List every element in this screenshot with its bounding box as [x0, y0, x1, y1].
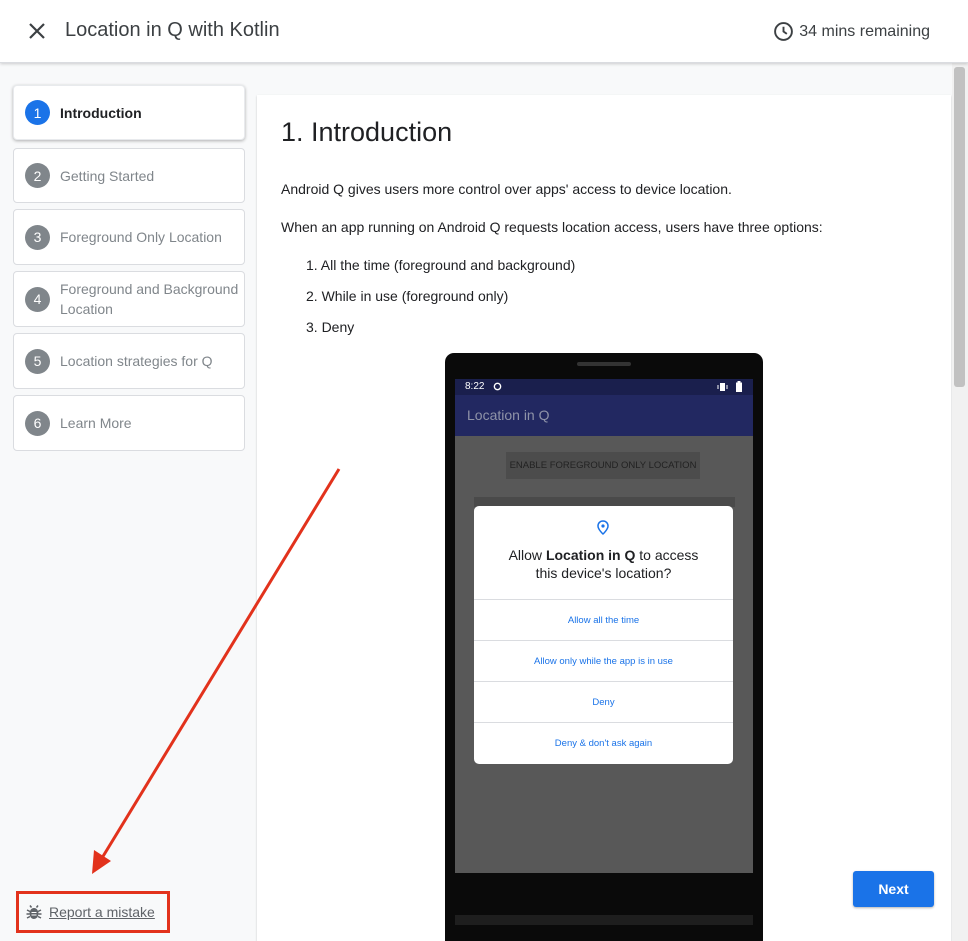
phone-app-title: Location in Q: [467, 407, 550, 423]
dialog-title: Allow Location in Q to access this device…: [508, 547, 699, 581]
step-number: 1: [25, 100, 50, 125]
step-number: 6: [25, 410, 50, 436]
time-remaining-label: 34 mins remaining: [799, 22, 930, 40]
dialog-option-deny: Deny: [474, 681, 733, 722]
bug-icon: [26, 905, 42, 919]
step-label: Introduction: [60, 104, 142, 121]
list-item: 3. Deny: [306, 319, 355, 335]
step-label: Foreground and Background Location: [60, 281, 239, 317]
phone-screen: 8:22 Location in Q ENABLE FOREGROUND ONL…: [455, 379, 753, 873]
next-button[interactable]: Next: [853, 871, 934, 907]
report-mistake-link[interactable]: Report a mistake: [16, 891, 170, 933]
step-label: Location strategies for Q: [60, 353, 213, 369]
step-number: 5: [25, 348, 50, 374]
step-number: 2: [25, 163, 50, 188]
step-learn-more[interactable]: 6 Learn More: [13, 395, 245, 451]
step-getting-started[interactable]: 2 Getting Started: [13, 148, 245, 203]
codelab-title: Location in Q with Kotlin: [65, 19, 280, 41]
step-label: Foreground Only Location: [60, 229, 222, 245]
dialog-option-allow-all-time: Allow all the time: [474, 599, 733, 640]
vibrate-icon: [717, 383, 728, 391]
page-scrollbar[interactable]: [952, 63, 968, 941]
scrollbar-thumb[interactable]: [954, 67, 965, 387]
close-button[interactable]: [22, 16, 52, 46]
report-mistake-label: Report a mistake: [49, 904, 155, 920]
step-content: 1. Introduction Android Q gives users mo…: [257, 95, 951, 941]
phone-speaker: [577, 362, 631, 366]
phone-status-bar: 8:22: [455, 379, 753, 395]
step-number: 3: [25, 224, 50, 250]
list-item: 2. While in use (foreground only): [306, 288, 509, 304]
step-heading: 1. Introduction: [281, 117, 453, 147]
phone-screenshot: 8:22 Location in Q ENABLE FOREGROUND ONL…: [445, 353, 763, 941]
time-remaining: 34 mins remaining: [773, 21, 930, 42]
options-paragraph: When an app running on Android Q request…: [281, 219, 823, 235]
phone-chin: [455, 915, 753, 925]
close-icon: [29, 23, 45, 39]
step-label: Getting Started: [60, 167, 155, 184]
list-item: 1. All the time (foreground and backgrou…: [306, 257, 576, 273]
step-foreground-background-location[interactable]: 4 Foreground and Background Location: [13, 271, 245, 327]
dialog-option-allow-while-in-use: Allow only while the app is in use: [474, 640, 733, 681]
location-pin-icon: [597, 520, 609, 535]
clock-icon: [774, 22, 794, 41]
intro-paragraph: Android Q gives users more control over …: [281, 181, 732, 197]
top-bar: Location in Q with Kotlin 34 mins remain…: [0, 0, 968, 63]
steps-sidebar: 1 Introduction 2 Getting Started 3 Foreg…: [0, 63, 257, 941]
step-number: 4: [25, 286, 50, 312]
dialog-option-deny-dont-ask: Deny & don't ask again: [474, 722, 733, 763]
battery-icon: [736, 381, 742, 392]
permission-dialog: Allow Location in Q to access this device…: [474, 506, 733, 764]
status-time: 8:22: [465, 381, 485, 392]
step-label: Learn More: [60, 415, 132, 431]
step-location-strategies[interactable]: 5 Location strategies for Q: [13, 333, 245, 389]
step-introduction[interactable]: 1 Introduction: [13, 85, 245, 140]
sync-icon: [493, 382, 502, 391]
enable-foreground-location-button: ENABLE FOREGROUND ONLY LOCATION: [506, 452, 700, 479]
phone-app-bar: Location in Q: [455, 395, 753, 436]
step-foreground-only-location[interactable]: 3 Foreground Only Location: [13, 209, 245, 265]
